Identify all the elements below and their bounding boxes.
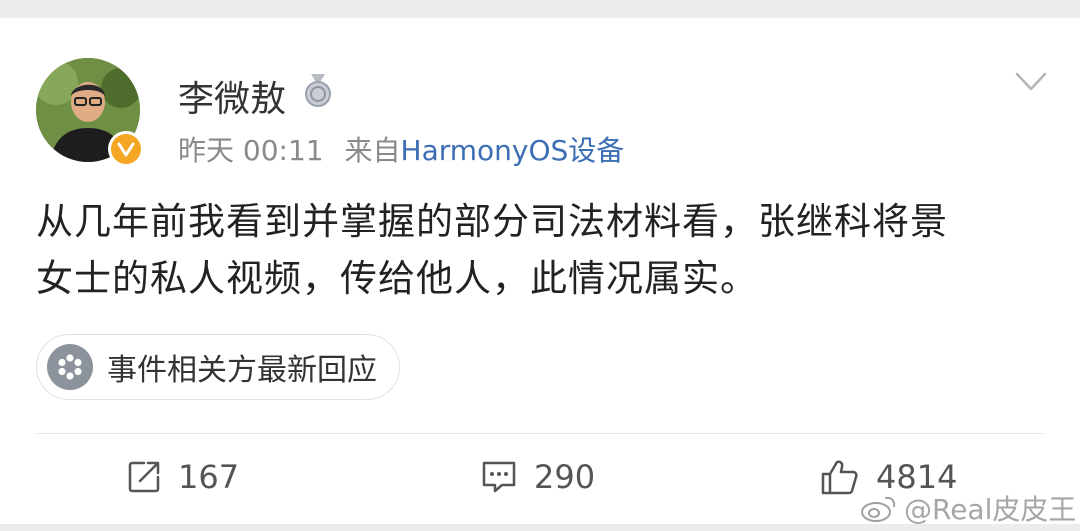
comment-button[interactable]: 290	[480, 455, 595, 499]
post-meta: 昨天 00:11 来自HarmonyOS设备	[178, 129, 624, 169]
weibo-logo-icon	[861, 496, 896, 522]
post-body: 从几年前我看到并掌握的部分司法材料看，张继科将景 女士的私人视频，传给他人，此情…	[36, 193, 1046, 307]
repost-button[interactable]: 167	[126, 455, 239, 499]
repost-icon	[128, 461, 160, 493]
comment-count: 290	[534, 458, 596, 496]
chevron-down-icon[interactable]	[1014, 70, 1048, 94]
verified-badge-icon	[108, 131, 144, 167]
watermark: @Real皮皮王	[860, 488, 1076, 528]
medal-icon[interactable]	[302, 72, 334, 108]
post-timestamp: 昨天 00:11	[178, 134, 324, 167]
author-name[interactable]: 李微敖	[178, 70, 286, 122]
source-device-link[interactable]: HarmonyOS设备	[401, 134, 625, 167]
source-prefix: 来自	[344, 134, 401, 167]
divider	[36, 433, 1044, 434]
repost-count: 167	[178, 458, 240, 496]
post-body-line: 女士的私人视频，传给他人，此情况属实。	[36, 257, 758, 300]
weibo-post-card: 李微敖 昨天 00:11 来自HarmonyOS设备 从几年前我看到并掌握的部分…	[0, 18, 1080, 524]
watermark-text: @Real皮皮王	[904, 493, 1077, 526]
topic-icon	[47, 344, 93, 390]
post-body-line: 从几年前我看到并掌握的部分司法材料看，张继科将景	[36, 200, 948, 243]
like-icon	[821, 460, 858, 495]
topic-tag[interactable]: 事件相关方最新回应	[36, 334, 400, 400]
topic-tag-label: 事件相关方最新回应	[107, 353, 377, 388]
comment-icon	[482, 461, 516, 493]
